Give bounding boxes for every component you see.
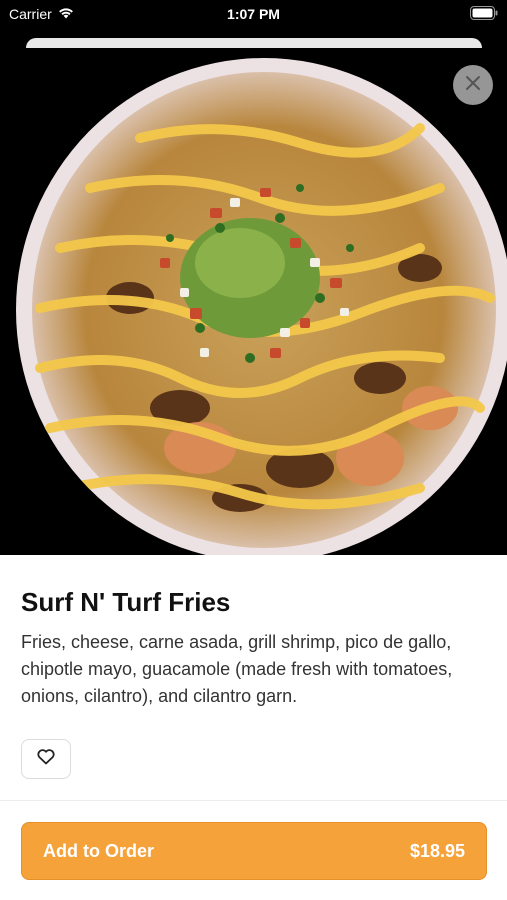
- food-illustration: [0, 48, 507, 555]
- status-bar: Carrier 1:07 PM: [0, 0, 507, 30]
- status-time: 1:07 PM: [227, 6, 280, 22]
- heart-icon: [37, 748, 55, 770]
- item-title: Surf N' Turf Fries: [21, 587, 231, 617]
- item-details: Surf N' Turf Fries Fries, cheese, carne …: [0, 555, 507, 900]
- close-button[interactable]: [453, 65, 493, 105]
- item-detail-screen: Carrier 1:07 PM Surf N' Turf Fries Fries…: [0, 0, 507, 900]
- close-icon: [465, 75, 481, 96]
- item-photo: [0, 48, 507, 555]
- battery-icon: [470, 6, 498, 23]
- add-to-order-label: Add to Order: [43, 840, 154, 861]
- favorite-button[interactable]: [21, 739, 71, 779]
- item-description: Fries, cheese, carne asada, grill shrimp…: [21, 632, 453, 706]
- divider: [0, 800, 507, 801]
- item-price: $18.95: [409, 840, 465, 861]
- add-to-order-button[interactable]: Add to Order $18.95: [21, 822, 487, 880]
